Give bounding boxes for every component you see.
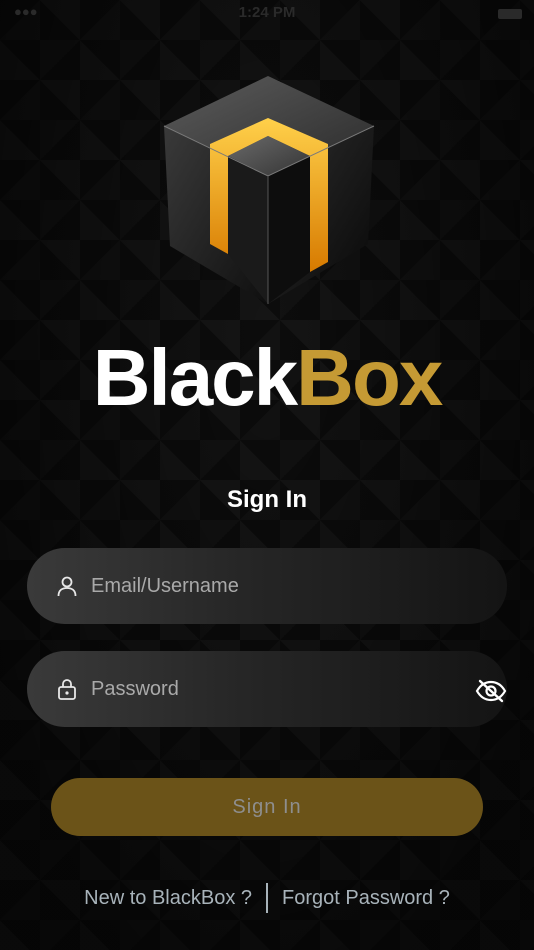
status-time: 1:24 PM — [238, 4, 296, 21]
forgot-password-link[interactable]: Forgot Password ? — [282, 887, 450, 910]
password-field-container — [27, 651, 507, 727]
brand-wordmark: BlackBox — [0, 332, 534, 424]
sign-in-button[interactable]: Sign In — [51, 778, 483, 836]
new-account-link[interactable]: New to BlackBox ? — [84, 887, 252, 910]
login-screen: ●●● 1:24 PM BlackBox Sign In Email/Usern… — [0, 0, 534, 950]
blackbox-logo-icon — [163, 76, 375, 304]
page-title: Sign In — [227, 486, 307, 513]
email-input[interactable] — [91, 548, 471, 624]
password-input[interactable] — [91, 651, 471, 727]
bottom-links: New to BlackBox ? Forgot Password ? — [0, 882, 534, 914]
status-bar: ●●● 1:24 PM — [0, 0, 534, 30]
user-icon — [57, 576, 77, 597]
eye-slash-icon[interactable] — [475, 679, 507, 703]
lock-icon — [58, 679, 76, 700]
email-field-container — [27, 548, 507, 624]
brand-name-black: Black — [92, 333, 298, 422]
link-divider — [266, 883, 268, 913]
brand-name-box: Box — [296, 333, 443, 422]
battery-icon — [498, 9, 522, 19]
